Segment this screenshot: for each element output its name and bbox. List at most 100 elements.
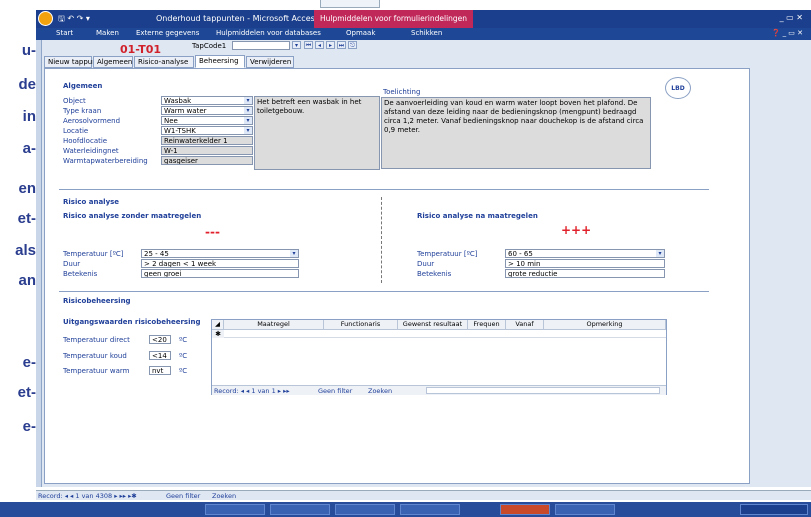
new-record-icon[interactable]: ✱	[212, 330, 224, 338]
hoofdlocatie-field: Reinwaterkelder 1	[161, 136, 253, 145]
tab-risico-analyse[interactable]: Risico-analyse	[134, 56, 194, 68]
search-label[interactable]: Zoeken	[368, 387, 392, 395]
taskbar-item[interactable]	[555, 504, 615, 515]
view-switcher-icon[interactable]	[740, 504, 808, 515]
tab-schikken[interactable]: Schikken	[411, 29, 442, 37]
column-header[interactable]: Functionaris	[324, 320, 398, 330]
title-bar: 🖫 ↶ ↷ ▾ Onderhoud tappunten - Microsoft …	[36, 10, 811, 28]
tab-beheersing[interactable]: Beheersing	[195, 55, 245, 68]
next-record-icon[interactable]: ▸	[326, 41, 335, 49]
temp-warm-field[interactable]: nvt	[149, 366, 171, 375]
tab-externe-gegevens[interactable]: Externe gegevens	[136, 29, 199, 37]
chevron-down-icon[interactable]: ▾	[244, 127, 252, 134]
aerosol-field[interactable]: Nee ▾	[161, 116, 253, 125]
chevron-down-icon[interactable]: ▾	[244, 117, 252, 124]
aerosol-value: Nee	[164, 117, 178, 125]
tab-verwijderen[interactable]: Verwijderen	[246, 56, 294, 68]
tab-hulpmiddelen-databases[interactable]: Hulpmiddelen voor databases	[216, 29, 321, 37]
risico-zonder-score: ---	[205, 225, 220, 239]
risicobeheersing-header: Risicobeheersing	[63, 297, 131, 305]
temp-direct-field[interactable]: <20	[149, 335, 171, 344]
filter-indicator[interactable]: Geen filter	[318, 387, 352, 395]
prev-record-icon[interactable]: ◂	[315, 41, 324, 49]
exit-icon[interactable]: ⎋	[348, 41, 357, 49]
betekenis-label: Betekenis	[63, 270, 98, 278]
lbd-logo: LBD	[665, 77, 691, 99]
status-bar: Record: ◂ ◂ 1 van 4308 ▸ ▸▸ ▸✱ Geen filt…	[36, 490, 811, 500]
record-selector-bar[interactable]	[36, 40, 42, 487]
filter-indicator[interactable]: Geen filter	[166, 492, 200, 500]
tab-nieuw-tappunt[interactable]: Nieuw tappunt	[44, 56, 99, 68]
ribbon-tabs: Start Maken Externe gegevens Hulpmiddele…	[36, 28, 811, 40]
tapcode-field[interactable]	[232, 41, 290, 50]
subform-record-nav[interactable]: Record: ◂ ◂ 1 van 1 ▸ ▸▸	[214, 387, 290, 395]
chevron-down-icon[interactable]: ▾	[244, 97, 252, 104]
temp-koud-field[interactable]: <14	[149, 351, 171, 360]
form-area: 01-T01 TapCode1 ▾ ⏮ ◂ ▸ ⏭ ⎋ Nieuw tappun…	[36, 40, 811, 487]
tab-start[interactable]: Start	[56, 29, 73, 37]
duur-label: Duur	[63, 260, 81, 268]
taskbar-item[interactable]	[400, 504, 460, 515]
divider	[59, 189, 709, 190]
slide-text-column: u- de in a- en et- als an e- et- e-	[0, 0, 36, 490]
column-header[interactable]: Opmerking	[544, 320, 666, 330]
divider	[59, 291, 709, 292]
type-kraan-field[interactable]: Warm water ▾	[161, 106, 253, 115]
duur-zonder-field: > 2 dagen < 1 week	[141, 259, 299, 268]
first-record-icon[interactable]: ⏮	[304, 41, 313, 49]
slide-text: e-	[22, 418, 36, 435]
quick-access-icon[interactable]: 🖫 ↶ ↷ ▾	[58, 13, 90, 27]
tab-algemeen[interactable]: Algemeen	[93, 56, 133, 68]
temperatuur-zonder-value: 25 - 45	[144, 250, 169, 258]
column-header[interactable]: Vanaf	[506, 320, 544, 330]
unit-label: ºC	[179, 367, 188, 375]
aerosol-label: Aerosolvormend	[63, 117, 121, 125]
tab-maken[interactable]: Maken	[96, 29, 119, 37]
taskbar-item-active[interactable]	[500, 504, 550, 515]
unit-label: ºC	[179, 336, 188, 344]
office-button-icon[interactable]	[38, 11, 53, 26]
waterleidingnet-label: Waterleidingnet	[63, 147, 119, 155]
taskbar-item[interactable]	[270, 504, 330, 515]
maatregelen-subform: ◢ Maatregel Functionaris Gewenst resulta…	[211, 319, 667, 395]
new-row[interactable]	[224, 330, 666, 338]
select-all-icon[interactable]: ◢	[212, 320, 224, 330]
chevron-down-icon[interactable]: ▾	[290, 250, 298, 257]
slide-text: a-	[22, 140, 36, 157]
column-header[interactable]: Frequen	[468, 320, 506, 330]
chevron-down-icon[interactable]: ▾	[656, 250, 664, 257]
uitgangswaarden-header: Uitgangswaarden risicobeheersing	[63, 318, 201, 326]
temp-direct-label: Temperatuur direct	[63, 336, 130, 344]
beheersing-panel: LBD Algemeen Object Wasbak ▾ Type kraan W…	[44, 68, 750, 484]
window-title: Onderhoud tappunten - Microsoft Access	[156, 14, 319, 23]
risico-header: Risico analyse	[63, 198, 120, 206]
temperatuur-zonder-field[interactable]: 25 - 45 ▾	[141, 249, 299, 258]
risico-zonder-header: Risico analyse zonder maatregelen	[63, 212, 202, 220]
betekenis-label: Betekenis	[417, 270, 452, 278]
column-header[interactable]: Gewenst resultaat	[398, 320, 468, 330]
last-record-icon[interactable]: ⏭	[337, 41, 346, 49]
record-code: 01-T01	[120, 43, 162, 56]
slide-text: in	[22, 108, 36, 125]
object-label: Object	[63, 97, 86, 105]
help-icon[interactable]: ❓ _ ▭ ✕	[772, 29, 803, 37]
window-controls[interactable]: _ ▭ ✕	[780, 13, 803, 22]
search-label[interactable]: Zoeken	[212, 492, 236, 500]
horizontal-scrollbar[interactable]	[426, 387, 660, 394]
main-record-nav[interactable]: Record: ◂ ◂ 1 van 4308 ▸ ▸▸ ▸✱	[38, 492, 137, 500]
taskbar-item[interactable]	[205, 504, 265, 515]
dropdown-icon[interactable]: ▾	[292, 41, 301, 49]
object-field[interactable]: Wasbak ▾	[161, 96, 253, 105]
chevron-down-icon[interactable]: ▾	[244, 107, 252, 114]
temperatuur-label: Temperatuur [ºC]	[63, 250, 124, 258]
temperatuur-na-field[interactable]: 60 - 65 ▾	[505, 249, 665, 258]
temperatuur-na-value: 60 - 65	[508, 250, 533, 258]
description-field[interactable]: Het betreft een wasbak in het toiletgebo…	[254, 96, 380, 170]
toelichting-field[interactable]: De aanvoerleiding van koud en warm water…	[381, 97, 651, 169]
taskbar-item[interactable]	[335, 504, 395, 515]
taskbar	[0, 502, 811, 517]
tab-opmaak[interactable]: Opmaak	[346, 29, 375, 37]
locatie-field[interactable]: W1-TSHK ▾	[161, 126, 253, 135]
column-header[interactable]: Maatregel	[224, 320, 324, 330]
unit-label: ºC	[179, 352, 188, 360]
